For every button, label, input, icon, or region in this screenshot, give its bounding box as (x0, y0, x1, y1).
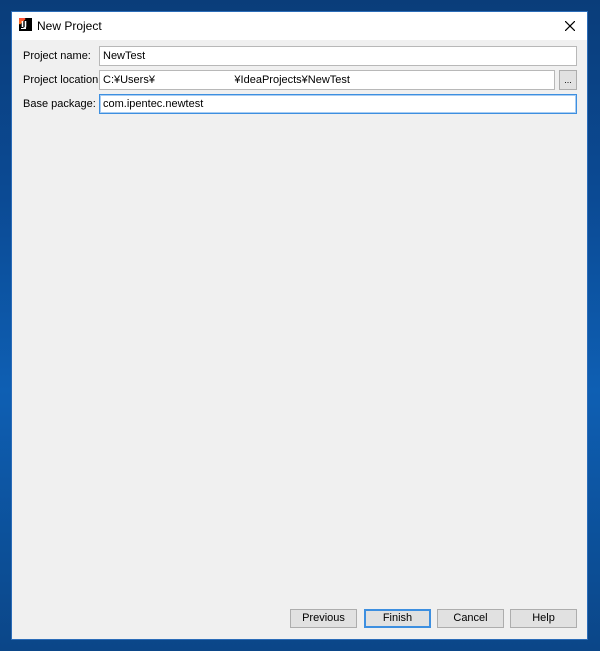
base-package-row: Base package: (12, 94, 587, 114)
project-name-input[interactable] (99, 46, 577, 66)
cancel-button[interactable]: Cancel (437, 609, 504, 628)
browse-location-button[interactable]: ... (559, 70, 577, 90)
close-icon (565, 21, 575, 31)
finish-button[interactable]: Finish (364, 609, 431, 628)
title-bar[interactable]: IJ New Project (12, 12, 587, 40)
project-location-row: Project location: ... (12, 70, 587, 90)
dialog-button-bar: Previous Finish Cancel Help (12, 609, 587, 629)
help-button[interactable]: Help (510, 609, 577, 628)
new-project-dialog: IJ New Project Project name: Project loc… (11, 11, 588, 640)
project-location-input[interactable] (99, 70, 555, 90)
project-name-row: Project name: (12, 46, 587, 66)
project-name-label: Project name: (23, 50, 91, 62)
project-location-label: Project location: (23, 74, 102, 86)
intellij-app-icon: IJ (19, 18, 32, 31)
window-title: New Project (37, 19, 102, 33)
base-package-label: Base package: (23, 98, 96, 110)
base-package-input[interactable] (99, 94, 577, 114)
app-icon-text: IJ (21, 20, 27, 29)
previous-button[interactable]: Previous (290, 609, 357, 628)
close-button[interactable] (553, 12, 587, 40)
